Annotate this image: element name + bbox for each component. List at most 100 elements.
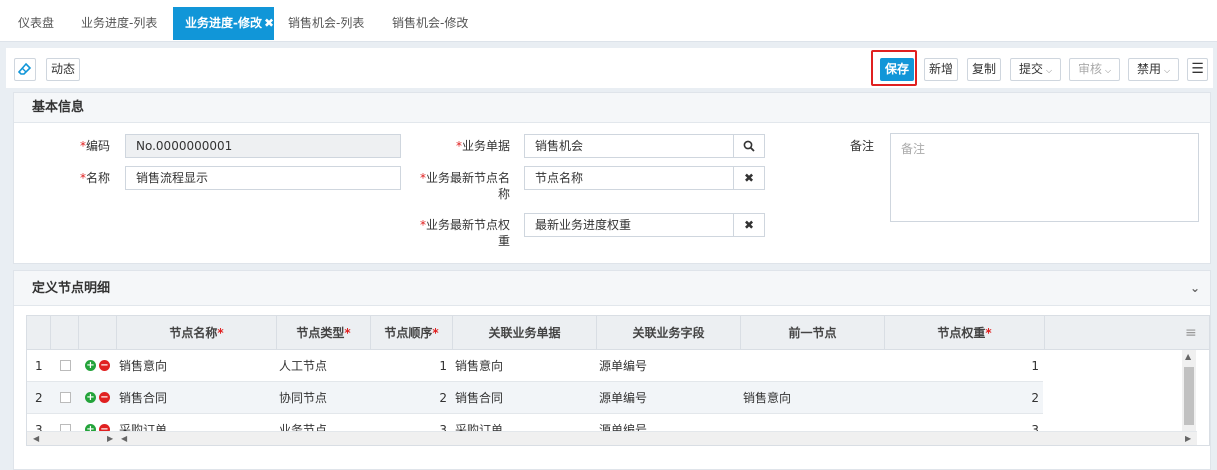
name-label-text: 名称	[85, 171, 110, 185]
horizontal-scrollbar[interactable]: ◀ ▶ ◀ ▶	[27, 431, 1197, 445]
menu-icon[interactable]: ☰	[1187, 58, 1208, 81]
tab-opportunity-edit[interactable]: 销售机会-修改	[392, 7, 468, 40]
node-detail-title: 定义节点明细 ⌄	[14, 271, 1210, 306]
close-icon[interactable]: ✖	[264, 7, 274, 40]
delete-row-icon[interactable]: −	[99, 360, 110, 371]
grid-header-node-order[interactable]: 节点顺序*	[371, 316, 453, 350]
bizdoc-label: *业务单据	[409, 138, 510, 154]
chevron-down-icon: ⌵	[1104, 66, 1112, 75]
latest-weight-label-text-2: 重	[497, 234, 510, 248]
grid-header-check	[51, 316, 79, 350]
dynamic-button[interactable]: 动态	[46, 58, 80, 81]
copy-button[interactable]: 复制	[967, 58, 1001, 81]
header-text: 节点顺序	[384, 326, 433, 340]
row-number: 1	[35, 359, 43, 373]
tab-progress-edit[interactable]: 业务进度-修改 ✖	[173, 7, 274, 40]
cell-node-order[interactable]: 1	[371, 350, 447, 382]
latest-weight-field[interactable]: 最新业务进度权重	[524, 213, 734, 237]
grid-header-node-name[interactable]: 节点名称*	[117, 316, 277, 350]
grid-header-node-weight[interactable]: 节点权重*	[885, 316, 1045, 350]
name-label: *名称	[54, 170, 110, 186]
latest-weight-label-text: 业务最新节点权	[425, 218, 510, 232]
tab-progress-list[interactable]: 业务进度-列表	[81, 7, 157, 40]
required-mark: *	[985, 326, 992, 340]
chevron-down-icon[interactable]: ⌄	[1190, 271, 1200, 306]
row-checkbox[interactable]	[60, 360, 71, 371]
tab-dashboard[interactable]: 仪表盘	[18, 7, 54, 40]
table-row[interactable]: 1 + − 销售意向 人工节点 1 销售意向 源单编号 1	[27, 350, 1043, 382]
table-row[interactable]: 2 + − 销售合同 协同节点 2 销售合同 源单编号 销售意向 2	[27, 382, 1043, 414]
scroll-right-icon[interactable]: ▶	[1185, 434, 1191, 443]
row-checkbox[interactable]	[60, 392, 71, 403]
grid-header-related-field[interactable]: 关联业务字段	[597, 316, 741, 350]
cell-node-name[interactable]: 销售意向	[119, 350, 275, 382]
scroll-right-icon[interactable]: ▶	[107, 434, 113, 443]
cell-related-doc[interactable]: 销售合同	[455, 382, 595, 414]
scroll-left-icon[interactable]: ◀	[121, 434, 127, 443]
bizdoc-label-text: 业务单据	[461, 139, 510, 153]
bizdoc-field[interactable]: 销售机会	[524, 134, 734, 158]
cell-node-weight[interactable]: 1	[885, 350, 1039, 382]
latest-weight-label: *业务最新节点权重	[409, 217, 510, 249]
search-icon-svg	[743, 140, 755, 152]
required-mark: *	[217, 326, 224, 340]
save-button[interactable]: 保存	[880, 58, 914, 81]
grid-header-rownum	[27, 316, 51, 350]
code-field[interactable]: No.0000000001	[125, 134, 401, 158]
cell-node-type[interactable]: 协同节点	[279, 382, 369, 414]
cell-related-field[interactable]: 源单编号	[599, 350, 739, 382]
code-label-text: 编码	[85, 139, 110, 153]
grid-header-node-type[interactable]: 节点类型*	[277, 316, 371, 350]
tab-bar: 仪表盘 业务进度-列表 业务进度-修改 ✖ 销售机会-列表 销售机会-修改	[0, 0, 1217, 42]
disable-label: 禁用	[1136, 62, 1161, 76]
cell-prev-node[interactable]	[743, 350, 883, 382]
name-field[interactable]: 销售流程显示	[125, 166, 401, 190]
grid-header-related-doc[interactable]: 关联业务单据	[453, 316, 597, 350]
header-text: 节点名称	[169, 326, 218, 340]
new-button[interactable]: 新增	[924, 58, 958, 81]
latest-node-label: *业务最新节点名称	[409, 170, 510, 202]
cell-prev-node[interactable]: 销售意向	[743, 382, 883, 414]
basic-info-panel: 基本信息 *编码 No.0000000001 *名称 销售流程显示 *业务单据 …	[13, 92, 1211, 264]
row-number: 2	[35, 391, 43, 405]
eraser-button[interactable]	[14, 58, 36, 81]
node-detail-panel: 定义节点明细 ⌄ 节点名称* 节点类型* 节点顺序* 关联业务单据 关联业务字段…	[13, 270, 1211, 470]
cell-related-field[interactable]: 源单编号	[599, 382, 739, 414]
add-row-icon[interactable]: +	[85, 392, 96, 403]
scroll-up-icon[interactable]: ▲	[1185, 352, 1191, 361]
tab-opportunity-list[interactable]: 销售机会-列表	[288, 7, 364, 40]
header-text: 节点权重	[937, 326, 986, 340]
cell-node-name[interactable]: 销售合同	[119, 382, 275, 414]
basic-info-title: 基本信息	[14, 93, 1210, 123]
remark-textarea[interactable]: 备注	[890, 133, 1199, 222]
grid-header-prev-node[interactable]: 前一节点	[741, 316, 885, 350]
clear-icon[interactable]: ✖	[733, 213, 765, 237]
grid-menu-icon[interactable]: ≡	[1185, 325, 1197, 341]
cell-related-doc[interactable]: 销售意向	[455, 350, 595, 382]
cell-node-type[interactable]: 人工节点	[279, 350, 369, 382]
clear-icon[interactable]: ✖	[733, 166, 765, 190]
latest-node-field[interactable]: 节点名称	[524, 166, 734, 190]
required-mark: *	[432, 326, 439, 340]
toolbar: 动态 保存 新增 复制 提交 ⌵ 审核 ⌵ 禁用 ⌵ ☰	[6, 48, 1213, 88]
scroll-left-icon[interactable]: ◀	[33, 434, 39, 443]
submit-dropdown[interactable]: 提交 ⌵	[1010, 58, 1061, 81]
tab-label: 销售机会-修改	[392, 16, 469, 30]
chevron-down-icon: ⌵	[1163, 66, 1171, 75]
latest-node-label-text: 业务最新节点名	[425, 171, 510, 185]
add-row-icon[interactable]: +	[85, 360, 96, 371]
latest-node-label-text-2: 称	[497, 187, 510, 201]
required-mark: *	[344, 326, 351, 340]
search-icon[interactable]	[733, 134, 765, 158]
code-label: *编码	[54, 138, 110, 154]
cell-node-weight[interactable]: 2	[885, 382, 1039, 414]
eraser-icon	[17, 62, 32, 75]
review-dropdown[interactable]: 审核 ⌵	[1069, 58, 1120, 81]
scrollbar-thumb[interactable]	[1184, 367, 1194, 425]
review-label: 审核	[1077, 62, 1102, 76]
disable-dropdown[interactable]: 禁用 ⌵	[1128, 58, 1179, 81]
tab-label: 业务进度-列表	[81, 16, 158, 30]
delete-row-icon[interactable]: −	[99, 392, 110, 403]
tab-label: 仪表盘	[18, 16, 55, 30]
cell-node-order[interactable]: 2	[371, 382, 447, 414]
